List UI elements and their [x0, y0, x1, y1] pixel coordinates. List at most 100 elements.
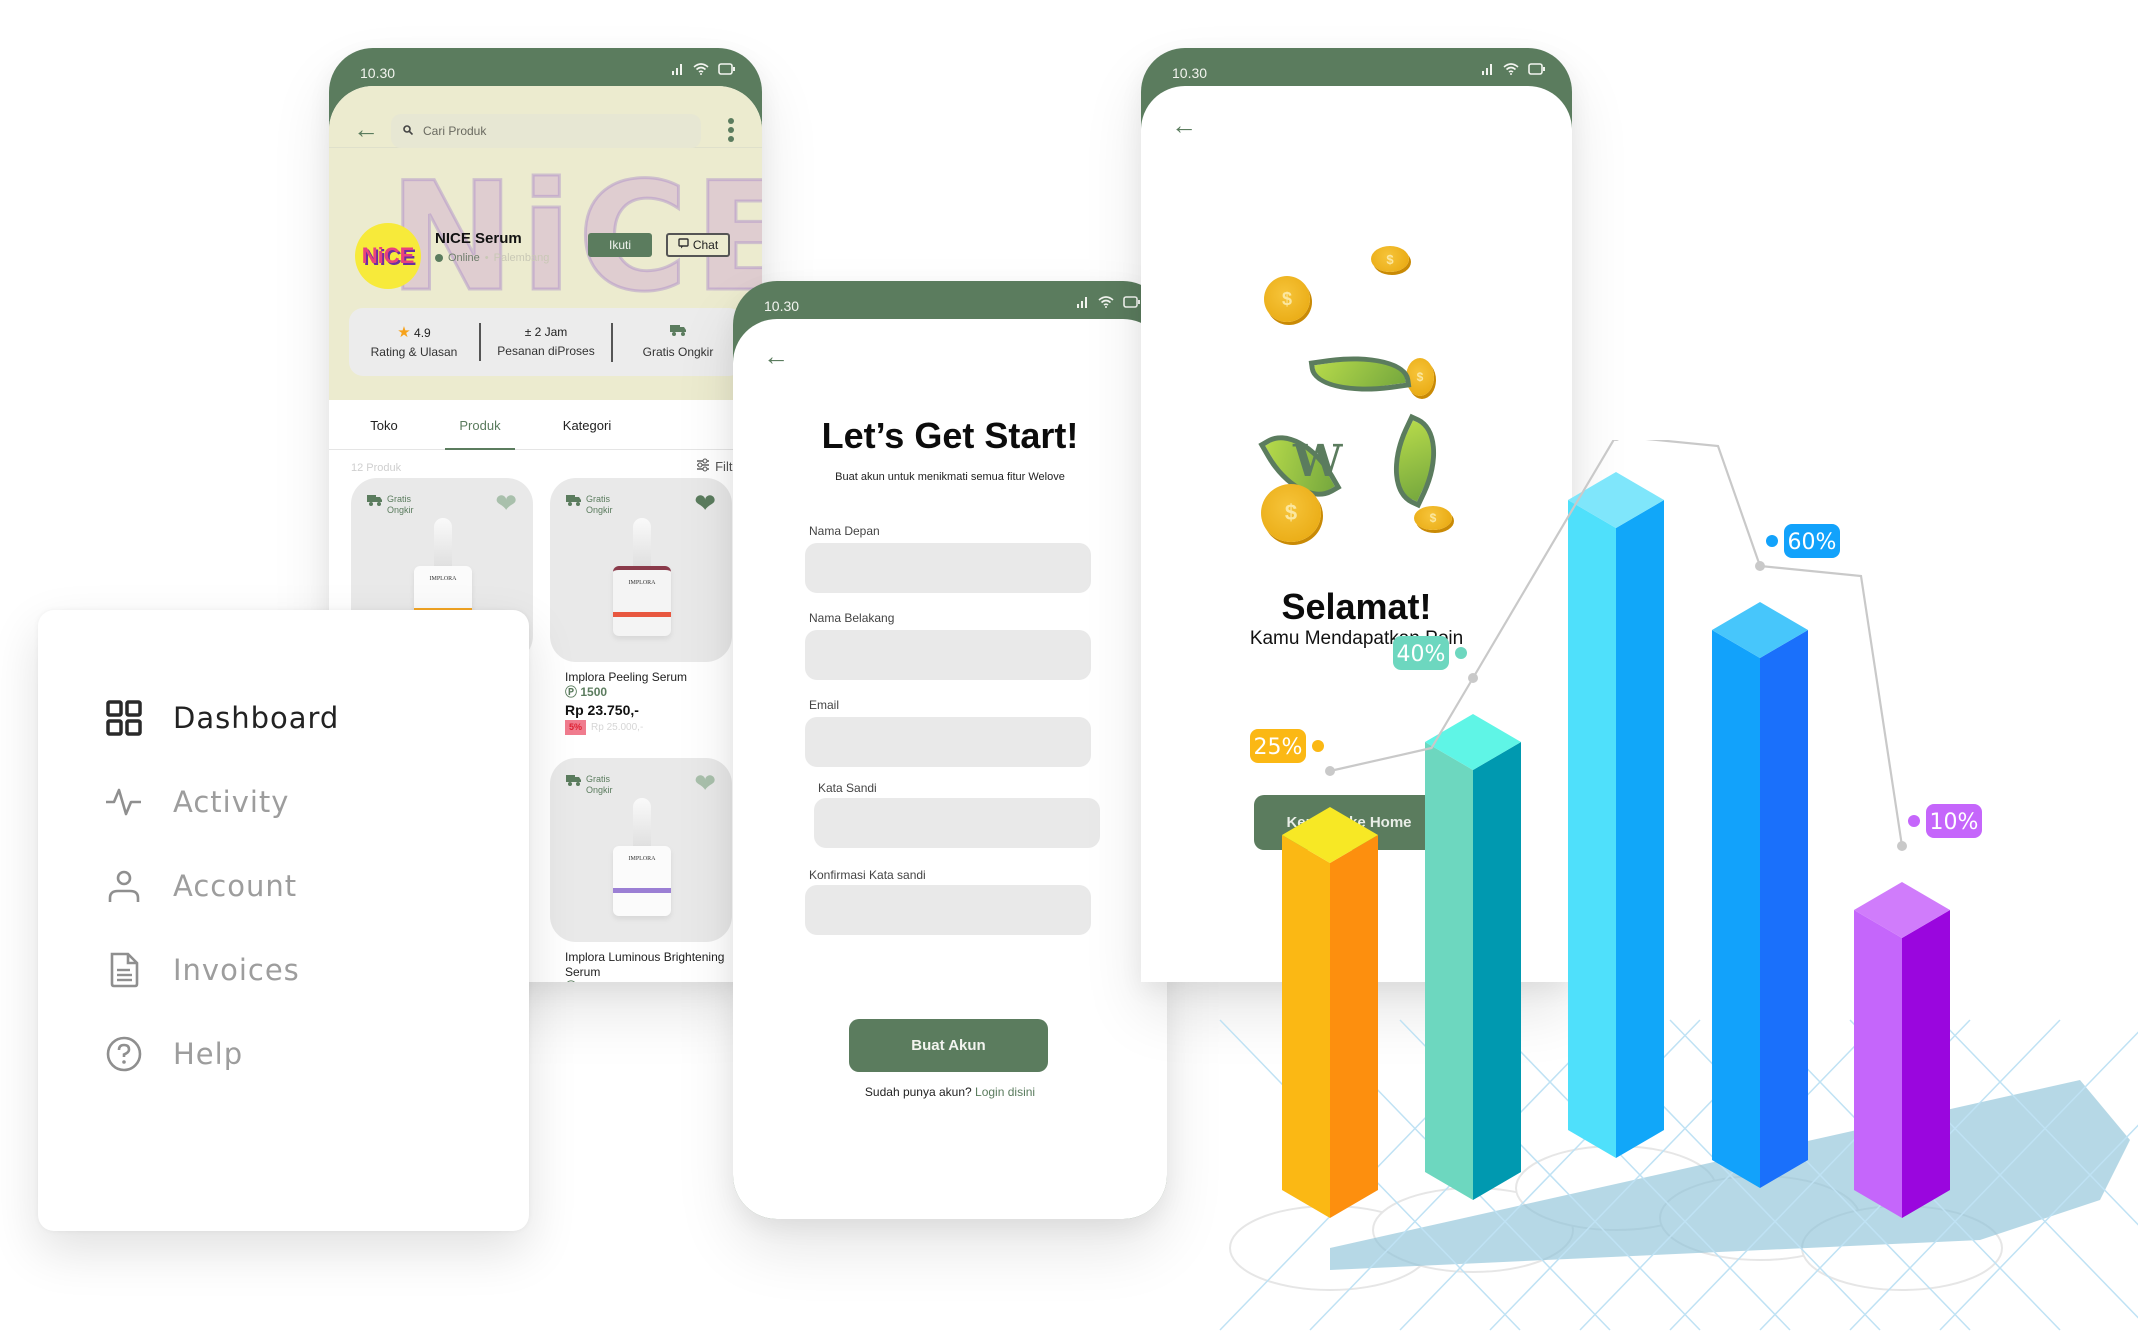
shop-tabs: Toko Produk Kategori	[329, 402, 762, 450]
bar-left-face	[1712, 630, 1760, 1188]
value-label: 25%	[1250, 729, 1324, 763]
password-input[interactable]	[814, 798, 1100, 848]
tab-toko[interactable]: Toko	[357, 402, 411, 450]
search-placeholder: Cari Produk	[423, 124, 487, 138]
truck-icon	[367, 494, 383, 516]
sidebar-item-help[interactable]: Help	[104, 1034, 243, 1074]
sidebar-menu: Dashboard Activity Account Invoices Help	[38, 610, 529, 1231]
favorite-heart-icon[interactable]: ❤	[495, 490, 517, 516]
signal-icon	[1482, 62, 1494, 78]
back-arrow-icon[interactable]: ←	[1171, 112, 1197, 138]
connector-node	[1755, 561, 1765, 571]
tab-kategori[interactable]: Kategori	[551, 402, 623, 450]
product-search-input[interactable]: Cari Produk	[391, 114, 701, 148]
sidebar-item-account[interactable]: Account	[104, 866, 297, 906]
online-status: Online	[448, 252, 480, 264]
login-prompt-text: Sudah punya akun?	[864, 1085, 972, 1099]
truck-icon	[669, 324, 687, 340]
email-input[interactable]	[805, 717, 1091, 767]
stat-label: Pesanan diProses	[497, 344, 595, 358]
back-arrow-icon[interactable]: ←	[763, 343, 789, 369]
truck-icon	[566, 774, 582, 796]
sidebar-item-label: Help	[173, 1037, 244, 1071]
signup-screen: ← Let’s Get Start! Buat akun untuk menik…	[733, 319, 1167, 1219]
value-label: 60%	[1766, 524, 1840, 558]
sidebar-item-label: Invoices	[173, 953, 300, 987]
first-name-label: Nama Depan	[809, 524, 880, 538]
stat-label: Gratis Ongkir	[642, 344, 714, 359]
value-label: 40%	[1393, 636, 1467, 670]
chat-button[interactable]: Chat	[666, 233, 730, 257]
value-label-text: 60%	[1788, 530, 1837, 555]
free-shipping-tag: Gratis Ongkir	[367, 494, 414, 516]
bar-40pct	[1425, 714, 1521, 1200]
search-icon	[403, 124, 414, 138]
shop-name: NICE Serum	[435, 230, 522, 247]
value-label-dot	[1766, 535, 1778, 547]
bar-right-face	[1616, 500, 1664, 1158]
points-icon: Ⓟ	[565, 685, 578, 699]
online-dot-icon	[435, 254, 443, 262]
create-account-button[interactable]: Buat Akun	[849, 1019, 1048, 1072]
product-points: 1500	[580, 980, 607, 982]
login-link[interactable]: Login disini	[975, 1085, 1035, 1099]
status-time: 10.30	[360, 65, 396, 81]
product-points: 1500	[580, 685, 608, 699]
status-time: 10.30	[1172, 65, 1208, 81]
connector-node	[1897, 841, 1907, 851]
value-label-dot	[1455, 647, 1467, 659]
bar-left-face	[1282, 835, 1330, 1218]
favorite-heart-icon[interactable]: ❤	[694, 490, 716, 516]
first-name-input[interactable]	[805, 543, 1091, 593]
document-icon	[110, 952, 139, 988]
favorite-heart-icon[interactable]: ❤	[694, 770, 716, 796]
sidebar-item-dashboard[interactable]: Dashboard	[104, 698, 339, 738]
shop-stats: ★ 4.9 Rating & Ulasan ± 2 Jam Pesanan di…	[349, 308, 743, 376]
bar-right-face	[1473, 742, 1521, 1200]
grid-icon	[106, 700, 142, 736]
product-card[interactable]: Gratis Ongkir ❤ IMPLORA	[550, 478, 732, 662]
filter-icon	[696, 458, 710, 475]
back-arrow-icon[interactable]: ←	[353, 116, 379, 142]
confirm-password-input[interactable]	[805, 885, 1091, 935]
bar-left-face	[1568, 500, 1616, 1158]
sidebar-item-label: Account	[173, 869, 298, 903]
bar-25pct	[1282, 807, 1378, 1218]
discount-badge: 5%	[565, 720, 587, 735]
bar-10pct	[1854, 882, 1950, 1218]
sidebar-item-activity[interactable]: Activity	[104, 782, 289, 822]
bar-right-face	[1760, 630, 1808, 1188]
sidebar-item-label: Activity	[173, 785, 290, 819]
password-label: Kata Sandi	[818, 781, 877, 795]
more-options-icon[interactable]	[728, 118, 734, 145]
free-shipping-tag: Gratis Ongkir	[566, 774, 613, 796]
page-title: Let’s Get Start!	[821, 415, 1079, 456]
last-name-input[interactable]	[805, 630, 1091, 680]
confirm-password-label: Konfirmasi Kata sandi	[809, 868, 926, 882]
chat-icon	[678, 238, 689, 252]
follow-button[interactable]: Ikuti	[588, 233, 652, 257]
free-shipping-tag: Gratis Ongkir	[566, 494, 613, 516]
original-price: Rp 25.000,-	[591, 722, 644, 733]
bar-left-face	[1854, 910, 1902, 1218]
bar-60pct	[1712, 602, 1808, 1188]
value-label-text: 40%	[1397, 642, 1446, 667]
value-label-text: 25%	[1254, 735, 1303, 760]
connector-node	[1468, 673, 1478, 683]
last-name-label: Nama Belakang	[809, 611, 895, 625]
product-name[interactable]: Implora Luminous Brightening Serum	[565, 950, 755, 980]
product-info: Implora Peeling Serum Ⓟ 1500 Rp 23.750,-…	[565, 670, 687, 735]
shop-logo: NiCE	[355, 223, 421, 289]
activity-icon	[106, 788, 141, 816]
sidebar-item-invoices[interactable]: Invoices	[104, 950, 300, 990]
tab-produk[interactable]: Produk	[445, 402, 515, 450]
product-image: IMPLORA	[613, 798, 671, 918]
product-name[interactable]: Implora Peeling Serum	[565, 670, 687, 685]
signal-icon	[672, 62, 684, 78]
isometric-bar-chart: 25%40%80%60%10%	[1219, 440, 2138, 1331]
status-time: 10.30	[764, 298, 800, 314]
product-card[interactable]: Gratis Ongkir ❤ IMPLORA	[550, 758, 732, 942]
stat-rating[interactable]: ★ 4.9 Rating & Ulasan	[349, 323, 479, 362]
login-prompt: Sudah punya akun? Login disini	[733, 1085, 1167, 1099]
wifi-icon	[1503, 62, 1519, 78]
